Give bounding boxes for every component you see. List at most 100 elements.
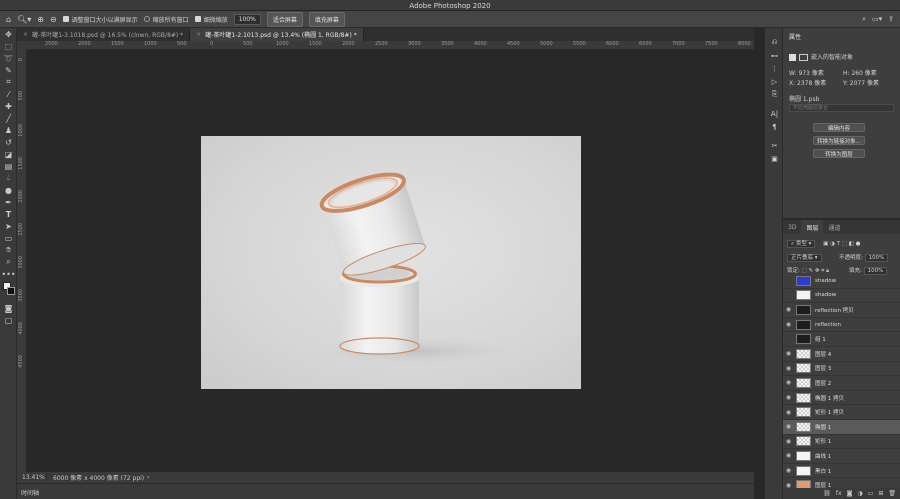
tab-channels[interactable]: 通道 <box>823 220 845 234</box>
hand-tool-icon[interactable]: ✋︎ <box>0 244 17 256</box>
chevron-right-icon[interactable]: › <box>147 474 149 481</box>
layer-row[interactable]: ◉ 图层 2 <box>783 376 900 391</box>
x-value[interactable]: X: 2378 像素 <box>789 78 826 87</box>
layer-name[interactable]: 组 1 <box>815 335 826 343</box>
eraser-tool-icon[interactable]: ◪ <box>0 148 17 160</box>
screen-mode-icon[interactable]: ▢ <box>0 314 17 326</box>
document-canvas[interactable] <box>201 136 581 389</box>
eye-icon[interactable]: ◉ <box>783 379 794 386</box>
layer-name[interactable]: reflection 拷贝 <box>815 306 854 314</box>
layer-comp-select[interactable]: 不应用图层复合 <box>789 104 894 112</box>
layer-filter-dropdown[interactable]: ⌕ 类型 ▾ ▣ ◑ T ⬚ ◧ ● <box>787 239 860 248</box>
layer-name[interactable]: 椭圆 1 拷贝 <box>815 394 844 402</box>
layer-name[interactable]: shadow <box>815 278 836 284</box>
zoom-all-checkbox[interactable]: 缩放所有窗口 <box>143 15 189 24</box>
fit-screen-button[interactable]: 适合屏幕 <box>266 11 303 27</box>
marquee-tool-icon[interactable]: ⬚ <box>0 40 17 52</box>
layer-name[interactable]: 矩形 1 拷贝 <box>815 408 844 416</box>
y-value[interactable]: Y: 2077 像素 <box>843 78 879 87</box>
layer-name[interactable]: reflection <box>815 322 841 328</box>
layer-name[interactable]: 图层 3 <box>815 364 831 372</box>
ruler-vertical[interactable]: 0 500 1000 1500 2000 2500 3000 3500 4000 4500 <box>17 50 27 472</box>
home-icon[interactable]: ⌂ <box>6 15 11 24</box>
layer-row[interactable]: ◉ 图层 3 <box>783 362 900 377</box>
brush-tool-icon[interactable]: ╱ <box>0 112 17 124</box>
timeline-label[interactable]: 时间轴 <box>21 488 39 497</box>
layer-row[interactable]: ◉ reflection 拷贝 <box>783 303 900 318</box>
eye-icon[interactable]: ◉ <box>783 321 794 328</box>
fill-control[interactable]: 填充: 100% <box>849 266 888 275</box>
share-icon[interactable]: ⇪ <box>888 15 894 23</box>
crop-tool-icon[interactable]: ⌗ <box>0 76 17 88</box>
eye-icon[interactable]: ◉ <box>783 306 794 313</box>
status-zoom[interactable]: 13.41% <box>17 474 47 481</box>
blend-mode-dropdown[interactable]: 正片叠底 ▾ <box>787 253 822 262</box>
layer-row[interactable]: 组 1 <box>783 332 900 347</box>
layer-row[interactable]: ◉ 曲线 1 <box>783 449 900 464</box>
type-tool-icon[interactable]: T <box>0 208 17 220</box>
stamp-tool-icon[interactable]: ♟ <box>0 124 17 136</box>
eyedropper-tool-icon[interactable]: ⁄ <box>0 88 17 100</box>
edit-contents-button[interactable]: 编辑内容 <box>813 123 865 132</box>
properties-tab[interactable]: 属性 <box>789 32 801 41</box>
layer-row[interactable]: ◉ 椭圆 1 拷贝 <box>783 391 900 406</box>
document-tab-1[interactable]: × 罐-茶叶罐1-3.1018.psd @ 16.5% (clown, RGB/8… <box>17 28 191 41</box>
eye-icon[interactable]: ◉ <box>783 409 794 416</box>
zoom-percent-field[interactable]: 100% <box>233 13 261 25</box>
dodge-tool-icon[interactable]: ● <box>0 184 17 196</box>
layer-name[interactable]: 图层 2 <box>815 379 831 387</box>
zoom-tool-sidebar-icon[interactable]: ⌕ <box>0 256 17 268</box>
quick-mask-icon[interactable]: ◙ <box>0 302 17 314</box>
path-select-tool-icon[interactable]: ➤ <box>0 220 17 232</box>
opacity-value[interactable]: 100% <box>864 254 889 262</box>
eye-icon[interactable]: ◉ <box>783 452 794 459</box>
fx-icon[interactable]: fx <box>836 490 842 497</box>
actions-icon[interactable]: ▷ <box>765 75 784 88</box>
adjustment-layer-icon[interactable]: ◑ <box>857 490 862 497</box>
eye-icon[interactable]: ◉ <box>783 423 794 430</box>
layer-row[interactable]: shadow <box>783 289 900 304</box>
lasso-tool-icon[interactable]: ➰ <box>0 52 17 64</box>
zoom-in-icon[interactable]: ⊕ <box>37 15 44 24</box>
layer-row[interactable]: ◉ 黑白 1 <box>783 464 900 479</box>
color-swatches[interactable] <box>0 280 17 302</box>
workspace-icon[interactable]: ▭▾ <box>872 15 882 23</box>
opacity-control[interactable]: 不透明度: 100% <box>839 253 889 262</box>
layer-name[interactable]: 曲线 1 <box>815 452 831 460</box>
pen-tool-icon[interactable]: ✒ <box>0 196 17 208</box>
layer-row[interactable]: ◉ 椭圆 1 <box>783 420 900 435</box>
history-brush-tool-icon[interactable]: ↺ <box>0 136 17 148</box>
tools-presets-icon[interactable]: ✂ <box>765 139 784 152</box>
layer-row[interactable]: ◉ reflection <box>783 318 900 333</box>
close-icon[interactable]: × <box>196 31 201 38</box>
convert-to-layers-button[interactable]: 转换为图层 <box>813 149 865 158</box>
layer-row[interactable]: ◉ 矩形 1 拷贝 <box>783 405 900 420</box>
ruler-horizontal[interactable]: 2500 2000 1500 1000 500 0 500 1000 1500 2000 2500 3… <box>27 41 784 50</box>
layer-name[interactable]: shadow <box>815 292 836 298</box>
tab-3d[interactable]: 3D <box>783 220 801 234</box>
eye-icon[interactable]: ◉ <box>783 394 794 401</box>
move-tool-icon[interactable]: ✥ <box>0 28 17 40</box>
healing-brush-tool-icon[interactable]: ✚ <box>0 100 17 112</box>
eye-icon[interactable]: ◉ <box>783 438 794 445</box>
gradient-tool-icon[interactable]: ▤ <box>0 160 17 172</box>
new-group-icon[interactable]: ▭ <box>868 490 874 497</box>
document-tab-2[interactable]: × 罐-茶叶罐1-2.1013.psd @ 13.4% (椭圆 1, RGB/8#… <box>190 28 364 41</box>
new-layer-icon[interactable]: ⊞ <box>878 490 883 497</box>
blur-tool-icon[interactable]: 💧︎ <box>0 172 17 184</box>
adjustments-icon[interactable]: ⊷ <box>765 49 784 62</box>
filter-icons[interactable]: ▣ ◑ T ⬚ ◧ ● <box>823 241 860 247</box>
layer-name[interactable]: 黑白 1 <box>815 467 831 475</box>
layer-name[interactable]: 椭圆 1 <box>815 423 831 431</box>
resize-windows-checkbox[interactable]: 调整窗口大小以满屏显示 <box>62 15 138 24</box>
libraries-icon[interactable]: ⋮ <box>765 62 784 75</box>
add-mask-icon[interactable]: ◙ <box>847 490 853 497</box>
zoom-tool-icon[interactable]: 🔍︎▾ <box>17 15 31 24</box>
convert-to-linked-button[interactable]: 转换为链接对象... <box>813 136 865 145</box>
quick-select-tool-icon[interactable]: ✎ <box>0 64 17 76</box>
eye-icon[interactable]: ◉ <box>783 350 794 357</box>
trash-icon[interactable]: 🗑︎ <box>888 490 896 497</box>
layer-row[interactable]: ◉ 矩形 1 <box>783 435 900 450</box>
history-icon[interactable]: ⎌ <box>765 36 784 49</box>
height-value[interactable]: H: 260 像素 <box>843 68 877 77</box>
